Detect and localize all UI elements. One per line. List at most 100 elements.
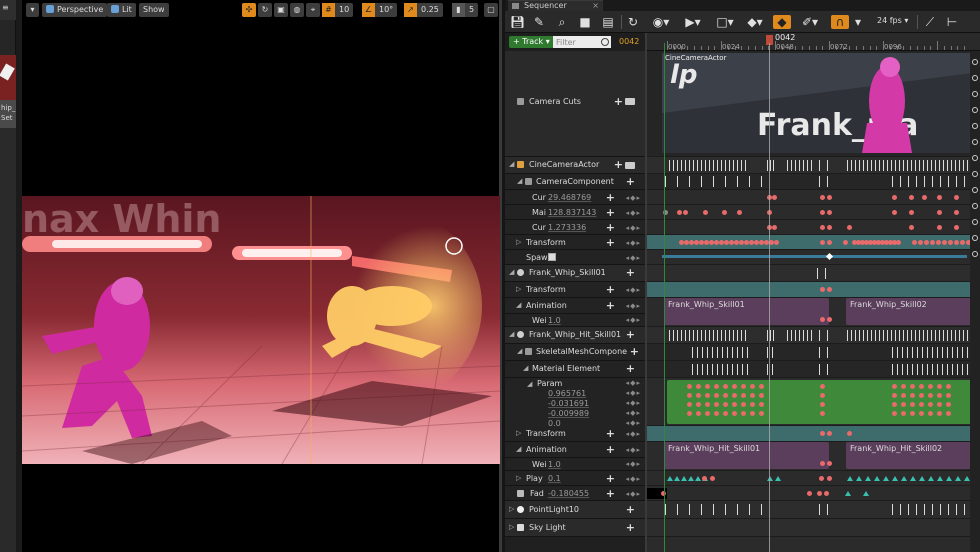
keyframe[interactable] [741,393,746,398]
keyframe[interactable] [937,476,943,481]
track-row-camera-cuts[interactable]: Camera Cuts + [505,51,645,157]
expand-arrow-icon[interactable]: ◢ [517,177,522,185]
keyframe[interactable] [732,402,737,407]
track-row-spawned[interactable]: Spaw ◂◆▸ [505,250,645,265]
expand-arrow-icon[interactable]: ◢ [523,364,528,372]
keyframe[interactable] [774,240,779,245]
keyframe[interactable] [892,210,897,215]
timeline-row-cine-camera-actor[interactable] [647,157,980,174]
track-row-camera-component[interactable]: ◢ CameraComponent + [505,174,645,190]
keyframe[interactable] [845,491,851,496]
anim-section-skill02[interactable]: Frank_Whip_Skill02 [846,298,980,325]
timeline-row-skill01-animation[interactable]: Frank_Whip_Skill01 Frank_Whip_Skill02 [647,298,980,327]
keyframe[interactable] [910,476,916,481]
param-value-b[interactable]: -0.009989 [548,409,589,418]
keyframe-nav-icon[interactable]: ◂◆▸ [626,239,641,247]
keyframe[interactable] [772,195,777,200]
keyframe[interactable] [723,393,728,398]
keyframe[interactable] [827,195,832,200]
keyframe[interactable] [827,225,832,230]
current-frame-readout[interactable]: 0042 [619,37,639,46]
timeline-row-aperture[interactable] [647,220,980,235]
keyframe[interactable] [919,393,924,398]
keyframe[interactable] [827,461,832,466]
keyframe[interactable] [896,240,901,245]
track-row-frank-whip-skill01[interactable]: ◢ Frank_Whip_Skill01 + [505,265,645,282]
keyframe[interactable] [741,384,746,389]
browse-icon[interactable]: ✎ [532,15,546,29]
keyframe-nav-icon[interactable]: ◂◆▸ [626,430,641,438]
keyframe[interactable] [820,461,825,466]
track-row-skill01-animation[interactable]: ◢ Animation + ◂◆▸ [505,298,645,314]
selection-icon[interactable]: □▾ [713,15,737,29]
keyframe[interactable] [714,411,719,416]
keyframe[interactable] [759,402,764,407]
keyframe[interactable] [820,225,825,230]
translate-mode-button[interactable]: ✣ [242,3,256,17]
property-value[interactable]: 29.468769 [548,193,591,202]
keyframe[interactable] [901,411,906,416]
keyframe[interactable] [928,411,933,416]
timeline-row-hit-animation[interactable]: Frank_Whip_Hit_Skill01 Frank_Whip_Hit_Sk… [647,442,980,471]
keyframe[interactable] [820,393,825,398]
keyframe[interactable] [732,393,737,398]
keyframe[interactable] [946,393,951,398]
keyframe[interactable] [687,411,692,416]
timeline-scrollbar[interactable] [970,51,980,552]
anim-section-skill01[interactable]: Frank_Whip_Skill01 [664,298,829,325]
keyframe[interactable] [937,384,942,389]
refresh-icon[interactable]: ↻ [626,15,640,29]
keyframe[interactable] [688,476,694,481]
expand-arrow-icon[interactable]: ◢ [517,347,522,355]
keyframe[interactable] [847,225,852,230]
collapse-arrow-icon[interactable]: ▷ [516,238,521,246]
keyframe[interactable] [714,393,719,398]
add-icon[interactable]: + [626,362,635,375]
magnet-icon[interactable]: ∩ [831,15,849,29]
timeline-row-frank-whip-skill01[interactable] [647,265,980,282]
maximize-viewport-button[interactable]: ▢ [484,3,498,17]
track-row-skill01-transform[interactable]: ▷ Transform + ◂◆▸ [505,282,645,298]
keyframe[interactable] [696,393,701,398]
keyframe[interactable] [705,411,710,416]
keyframe[interactable] [705,402,710,407]
add-icon[interactable]: + [614,95,623,108]
keyframe-nav-icon[interactable]: ◂◆▸ [626,409,641,417]
collapse-arrow-icon[interactable]: ▷ [509,523,514,531]
timeline-row-skill01-transform[interactable] [647,282,980,298]
track-row-hit-weight[interactable]: Wei 1.0 ◂◆▸ [505,458,645,471]
keyframe[interactable] [928,402,933,407]
timeline-row-material-param[interactable] [647,378,980,426]
keyframe[interactable] [820,210,825,215]
keyframe[interactable] [820,384,825,389]
expand-arrow-icon[interactable]: ◢ [516,445,521,453]
keyframe[interactable] [936,240,941,245]
property-value[interactable]: 0.1 [548,474,561,483]
show-button[interactable]: Show [139,3,169,17]
timeline-row-camera-component[interactable] [647,174,980,190]
keyframe[interactable] [946,411,951,416]
keyframe[interactable] [820,402,825,407]
keyframe[interactable] [954,225,959,230]
keyframe[interactable] [687,402,692,407]
keyframe[interactable] [703,210,708,215]
keyframe-nav-icon[interactable]: ◂◆▸ [626,224,641,232]
track-row-frank-whip-hit-skill01[interactable]: ◢ Frank_Whip_Hit_Skill01 + [505,327,645,344]
keyframe[interactable] [750,411,755,416]
add-key-icon[interactable]: + [606,236,615,249]
keyframe[interactable] [955,476,961,481]
add-icon[interactable]: + [626,175,635,188]
keyframe[interactable] [946,476,952,481]
timeline-row-spawned[interactable] [647,250,980,265]
keyframe[interactable] [946,384,951,389]
timeline-row-focal-length[interactable] [647,190,980,205]
param-value-g[interactable]: -0.031691 [548,399,589,408]
keyframe[interactable] [741,411,746,416]
timeline-row-fade[interactable] [647,486,980,501]
keyframe[interactable] [732,411,737,416]
auto-key-icon[interactable]: ◆ [773,15,791,29]
keyframe[interactable] [723,402,728,407]
keyframe[interactable] [732,384,737,389]
keyframe[interactable] [750,384,755,389]
keyframe[interactable] [892,476,898,481]
